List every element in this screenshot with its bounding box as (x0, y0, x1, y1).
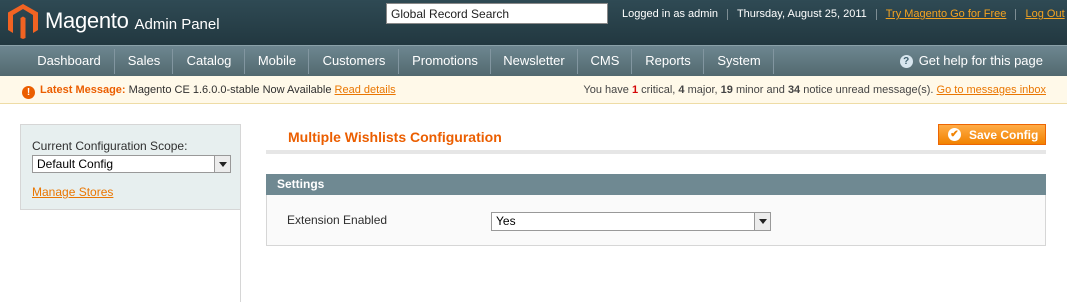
nav-promotions[interactable]: Promotions (400, 46, 490, 76)
global-search-input[interactable] (386, 3, 608, 24)
critical-count: 1 (631, 84, 639, 96)
nav-cms[interactable]: CMS (579, 46, 631, 76)
nav-reports[interactable]: Reports (633, 46, 703, 76)
question-icon: ? (899, 55, 913, 68)
scope-select-value: Default Config (37, 157, 114, 171)
nav-sales[interactable]: Sales (116, 46, 172, 76)
message-summary: You have 1 critical, 4 major, 19 minor a… (583, 76, 1046, 104)
separator (875, 8, 877, 20)
nav-divider (308, 49, 309, 74)
nav-divider (172, 49, 173, 74)
nav-divider (114, 49, 115, 74)
nav-divider (773, 49, 774, 74)
latest-message: ! Latest Message: Magento CE 1.6.0.0-stab… (22, 76, 396, 104)
logged-in-text: Logged in as admin (622, 8, 719, 20)
nav-catalog[interactable]: Catalog (174, 46, 244, 76)
magento-logo-icon (8, 4, 38, 39)
read-details-link[interactable]: Read details (335, 84, 396, 96)
nav-divider (244, 49, 245, 74)
extension-enabled-select[interactable]: Yes (491, 212, 771, 231)
extension-enabled-value: Yes (496, 214, 516, 228)
separator (1015, 8, 1017, 20)
latest-message-text: Magento CE 1.6.0.0-stable Now Available (128, 84, 332, 96)
nav-customers[interactable]: Customers (310, 46, 398, 76)
settings-section-header[interactable]: Settings (266, 174, 1046, 195)
brand-subtitle: Admin Panel (134, 15, 220, 33)
critical-label: critical, (641, 84, 676, 96)
scope-label: Current Configuration Scope: (32, 139, 188, 153)
summary-prefix: You have (583, 84, 629, 96)
major-count: 4 (678, 84, 685, 96)
nav-mobile[interactable]: Mobile (246, 46, 308, 76)
nav-divider (490, 49, 491, 74)
separator (727, 8, 729, 20)
nav-divider (631, 49, 632, 74)
minor-label: minor and (735, 84, 785, 96)
help-label: Get help for this page (918, 53, 1043, 68)
system-message-bar: ! Latest Message: Magento CE 1.6.0.0-stab… (0, 76, 1067, 104)
main-nav: Dashboard Sales Catalog Mobile Customers… (0, 45, 1067, 76)
scope-switcher: Current Configuration Scope: Default Con… (20, 124, 241, 210)
header-links: Logged in as admin Thursday, August 25, … (622, 8, 1065, 20)
nav-divider (703, 49, 704, 74)
nav-dashboard[interactable]: Dashboard (26, 46, 112, 76)
nav-newsletter[interactable]: Newsletter (492, 46, 576, 76)
header-bar: Magento Admin Panel Logged in as admin T… (0, 0, 1067, 45)
brand-name: Magento (45, 8, 129, 33)
notice-count: 34 (787, 84, 801, 96)
major-label: major, (687, 84, 718, 96)
latest-message-title: Latest Message: (40, 84, 126, 96)
minor-count: 19 (720, 84, 733, 96)
check-icon: ✔ (948, 128, 961, 141)
save-config-label: Save Config (969, 128, 1039, 142)
sidebar: Current Configuration Scope: Default Con… (20, 124, 241, 302)
manage-stores-link[interactable]: Manage Stores (32, 185, 113, 199)
chevron-down-icon (214, 156, 230, 172)
messages-inbox-link[interactable]: Go to messages inbox (937, 84, 1046, 96)
scope-select[interactable]: Default Config (32, 155, 231, 173)
section-title: Settings (277, 177, 325, 191)
current-date: Thursday, August 25, 2011 (736, 8, 867, 20)
magento-logo[interactable]: Magento Admin Panel (7, 3, 220, 39)
extension-enabled-label: Extension Enabled (287, 213, 388, 227)
chevron-down-icon (754, 213, 770, 230)
save-config-button[interactable]: ✔ Save Config (938, 124, 1046, 145)
nav-system[interactable]: System (705, 46, 773, 76)
try-magento-go-link[interactable]: Try Magento Go for Free (886, 8, 1007, 20)
title-divider (266, 150, 1046, 154)
notice-label: notice unread message(s). (803, 84, 934, 96)
help-link[interactable]: ? Get help for this page (899, 46, 1043, 76)
nav-divider (398, 49, 399, 74)
warning-icon: ! (22, 86, 35, 99)
logout-link[interactable]: Log Out (1025, 8, 1064, 20)
page-title: Multiple Wishlists Configuration (288, 129, 502, 145)
nav-divider (577, 49, 578, 74)
